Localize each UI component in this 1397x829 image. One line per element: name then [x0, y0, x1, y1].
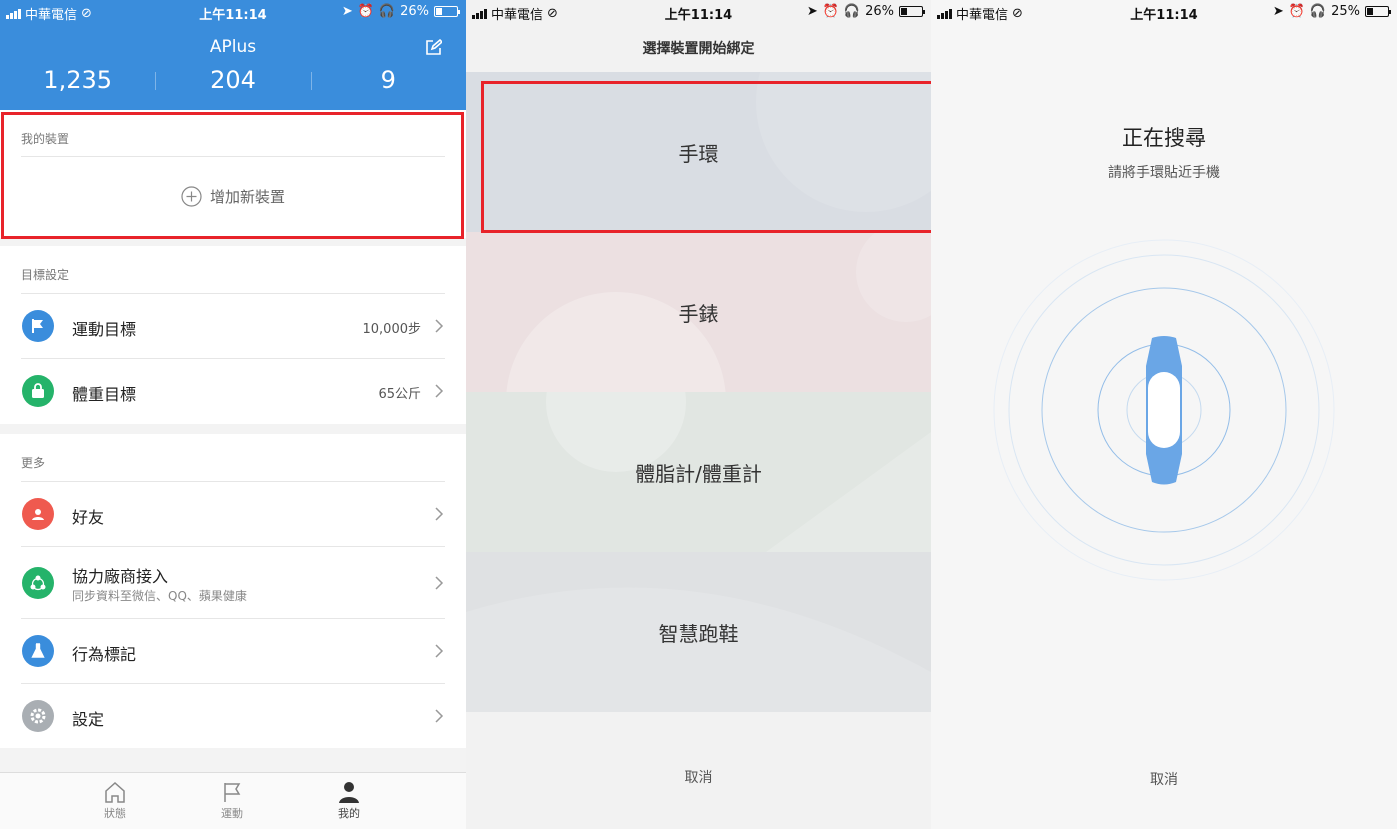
cancel-button[interactable]: 取消	[931, 769, 1397, 789]
goal-row-weight[interactable]: 體重目標 65公斤	[0, 359, 466, 424]
stat-value: 204	[155, 66, 310, 94]
row-value: 65公斤	[378, 387, 421, 402]
section-title: 更多	[21, 456, 46, 470]
stat-value: 1,235	[43, 66, 113, 94]
option-scale[interactable]: 體脂計/體重計	[466, 392, 931, 552]
tab-label: 狀態	[104, 807, 126, 820]
row-label: 設定	[72, 710, 105, 729]
row-sublabel: 同步資料至微信、QQ、蘋果健康	[72, 589, 247, 603]
chevron-right-icon	[435, 319, 444, 333]
option-smart-shoes[interactable]: 智慧跑鞋	[466, 552, 931, 712]
row-label: 行為標記	[72, 645, 137, 664]
flag-icon	[22, 310, 54, 342]
status-bar: 中華電信 ⊘ 上午11:14 ➤ ⏰ 🎧 26%	[466, 0, 931, 24]
flask-icon	[22, 635, 54, 667]
row-label: 體重目標	[72, 385, 137, 404]
band-icon	[1146, 336, 1182, 485]
profile-header: 中華電信 ⊘ 上午11:14 ➤ ⏰ 🎧 26% APlus 1,235 204…	[0, 0, 466, 110]
alarm-icon: ⏰	[822, 4, 839, 19]
alarm-icon: ⏰	[1288, 4, 1305, 19]
status-bar: 中華電信 ⊘ 上午11:14 ➤ ⏰ 🎧 25%	[931, 0, 1397, 24]
tab-bar: 狀態 運動 我的	[0, 772, 466, 829]
more-row-friends[interactable]: 好友	[0, 482, 466, 547]
home-icon	[105, 781, 125, 803]
row-value: 10,000步	[362, 322, 422, 337]
headphones-icon: 🎧	[1309, 4, 1327, 19]
stats-row: 1,235 204 9	[0, 66, 466, 94]
chevron-right-icon	[435, 709, 444, 723]
more-row-third-party[interactable]: 協力廠商接入 同步資料至微信、QQ、蘋果健康	[0, 547, 466, 619]
more-card: 更多 好友 協力廠商接入 同步資料至微信、QQ、蘋果健康 行為標記 設定	[0, 434, 466, 748]
profile-screen: 中華電信 ⊘ 上午11:14 ➤ ⏰ 🎧 26% APlus 1,235 204…	[0, 0, 466, 829]
weight-icon	[22, 375, 54, 407]
row-label: 好友	[72, 508, 105, 527]
section-title: 目標設定	[21, 268, 70, 282]
gear-icon	[22, 700, 54, 732]
tab-mine[interactable]: 我的	[319, 781, 379, 821]
person-icon	[339, 782, 359, 803]
edit-icon[interactable]	[425, 39, 442, 56]
searching-title: 正在搜尋	[1122, 126, 1206, 150]
more-row-settings[interactable]: 設定	[0, 684, 466, 749]
stat-value: 9	[310, 66, 466, 94]
searching-screen: 中華電信 ⊘ 上午11:14 ➤ ⏰ 🎧 25% 正在搜尋 請將手環貼近手機 取…	[931, 0, 1397, 829]
searching-subtitle: 請將手環貼近手機	[1108, 165, 1220, 181]
friend-icon	[22, 498, 54, 530]
chevron-right-icon	[435, 576, 444, 590]
location-icon: ➤	[806, 4, 818, 19]
share-icon	[22, 567, 54, 599]
flag-outline-icon	[224, 783, 241, 802]
row-label: 運動目標	[72, 320, 137, 339]
battery-percent: 25%	[1331, 4, 1360, 19]
battery-percent: 26%	[865, 4, 894, 19]
app-title: APlus	[209, 37, 257, 57]
battery-percent: 26%	[400, 4, 429, 19]
battery-icon	[899, 6, 925, 17]
tab-exercise[interactable]: 運動	[202, 781, 262, 821]
headphones-icon: 🎧	[843, 4, 861, 19]
row-label: 協力廠商接入	[72, 567, 169, 586]
alarm-icon: ⏰	[357, 4, 374, 19]
option-label: 手環	[678, 141, 719, 166]
chevron-right-icon	[435, 507, 444, 521]
battery-icon	[434, 6, 460, 17]
cancel-button[interactable]: 取消	[466, 767, 931, 787]
location-icon: ➤	[341, 4, 353, 19]
goal-row-exercise[interactable]: 運動目標 10,000步	[0, 294, 466, 359]
chevron-right-icon	[435, 644, 444, 658]
goals-card: 目標設定 運動目標 10,000步 體重目標 65公斤	[0, 246, 466, 424]
status-bar: 中華電信 ⊘ 上午11:14 ➤ ⏰ 🎧 26%	[0, 0, 466, 24]
option-label: 手錶	[678, 301, 719, 326]
search-radar-graphic	[993, 239, 1335, 581]
chevron-right-icon	[435, 384, 444, 398]
more-row-behavior-tags[interactable]: 行為標記	[0, 619, 466, 684]
highlight-box	[1, 112, 464, 239]
option-watch[interactable]: 手錶	[466, 232, 931, 392]
location-icon: ➤	[1272, 4, 1284, 19]
screen-title: 選擇裝置開始綁定	[642, 41, 755, 57]
option-label: 體脂計/體重計	[635, 461, 762, 486]
tab-label: 運動	[221, 807, 243, 820]
battery-icon	[1365, 6, 1391, 17]
tab-status[interactable]: 狀態	[85, 781, 145, 821]
headphones-icon: 🎧	[378, 4, 396, 19]
tab-label: 我的	[338, 807, 360, 820]
option-label: 智慧跑鞋	[658, 621, 739, 646]
